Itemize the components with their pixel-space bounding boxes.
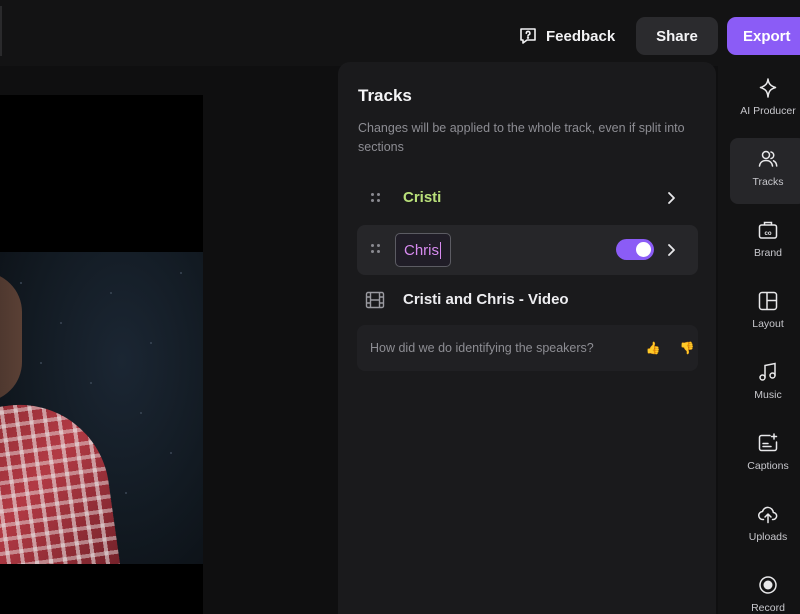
drag-handle-icon[interactable] [371, 191, 381, 205]
rail-item-layout[interactable]: Layout [730, 280, 800, 346]
feedback-question: How did we do identifying the speakers? [370, 341, 594, 355]
video-frame [0, 252, 203, 564]
toggle-knob [636, 242, 651, 257]
rail-item-music[interactable]: Music [730, 351, 800, 417]
rail-item-ai-producer[interactable]: AI Producer [730, 67, 800, 133]
captions-icon [757, 432, 779, 454]
layout-icon [757, 290, 779, 312]
rail-item-tracks[interactable]: Tracks [730, 138, 800, 204]
rail-label: Record [751, 602, 785, 614]
track-name-input[interactable]: Chris [395, 233, 451, 267]
share-button[interactable]: Share [636, 17, 718, 55]
sparkle-icon [757, 77, 779, 99]
track-name: Cristi [403, 189, 442, 206]
video-preview[interactable] [0, 95, 203, 614]
track-row-cristi[interactable]: Cristi [357, 174, 698, 222]
rail-label: Layout [752, 318, 784, 330]
feedback-label: Feedback [546, 27, 616, 45]
track-name: Cristi and Chris - Video [403, 291, 569, 308]
rail-item-record[interactable]: Record [730, 564, 800, 614]
record-icon [757, 574, 779, 596]
svg-text:co: co [764, 231, 771, 237]
feedback-button[interactable]: Feedback [514, 18, 619, 54]
text-caret [440, 241, 442, 259]
rail-label: Brand [753, 247, 783, 259]
export-button[interactable]: Export [727, 17, 800, 55]
chevron-right-icon[interactable] [666, 191, 678, 205]
people-icon [757, 148, 779, 170]
tracks-panel: Tracks Changes will be applied to the wh… [338, 62, 716, 614]
rail-label: Music [754, 389, 782, 401]
right-rail: AI Producer Tracks co Brand Layout Music… [718, 62, 800, 614]
rail-item-captions[interactable]: Captions [730, 422, 800, 488]
feedback-icon [518, 26, 538, 46]
rail-label: AI Producer [740, 105, 796, 117]
speaker-feedback-card: How did we do identifying the speakers? … [357, 325, 698, 371]
panel-title: Tracks [358, 86, 412, 105]
panel-subtitle: Changes will be applied to the whole tra… [358, 121, 685, 154]
speaker-head [0, 272, 22, 402]
track-name-value: Chris [404, 241, 440, 259]
track-visibility-toggle[interactable] [616, 239, 654, 260]
rail-label: Captions [747, 460, 789, 472]
rail-item-uploads[interactable]: Uploads [730, 493, 800, 559]
thumbs-up-icon[interactable]: 👍 [640, 336, 666, 360]
chevron-right-icon[interactable] [666, 243, 678, 257]
drag-handle-icon[interactable] [371, 242, 381, 256]
film-icon [365, 290, 385, 310]
top-bar: Feedback Share Export [0, 0, 800, 66]
speaker-shirt [0, 393, 123, 564]
rail-label: Tracks [752, 176, 784, 188]
rail-item-brand[interactable]: co Brand [730, 209, 800, 275]
rail-label: Uploads [748, 531, 788, 543]
music-note-icon [757, 361, 779, 383]
brand-kit-icon: co [757, 219, 779, 241]
track-row-video[interactable]: Cristi and Chris - Video [357, 276, 698, 324]
thumbs-down-icon[interactable]: 👎 [674, 336, 700, 360]
top-bar-divider [0, 6, 2, 56]
track-row-chris[interactable]: Chris [357, 225, 698, 275]
cloud-upload-icon [757, 503, 779, 525]
